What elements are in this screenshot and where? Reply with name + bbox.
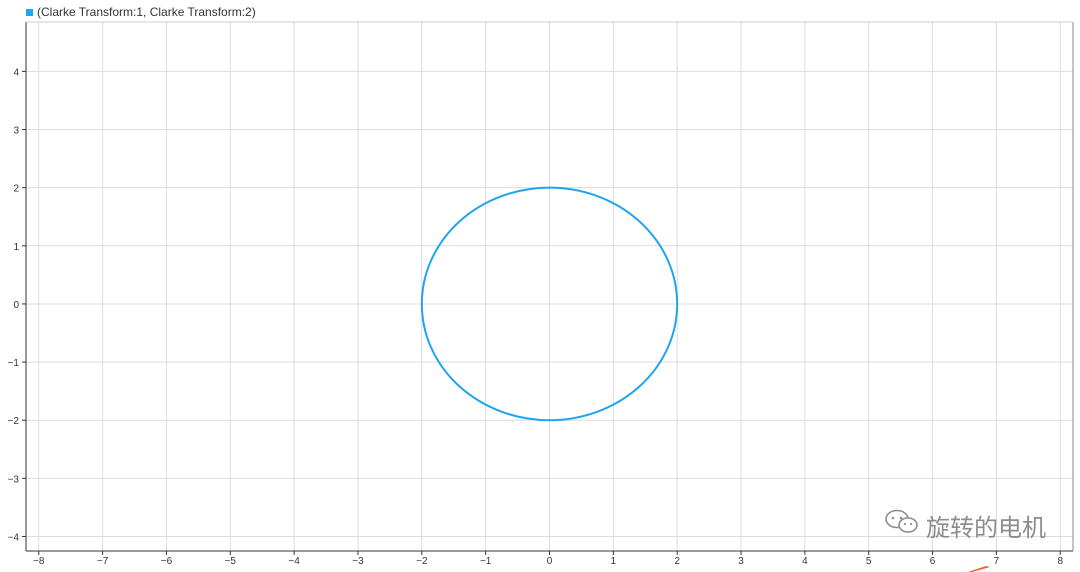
x-tick-label: −2 [416,556,428,567]
y-tick-label: 0 [13,300,19,311]
y-tick-label: −1 [8,358,20,369]
x-tick-label: 8 [1057,556,1063,567]
x-tick-label: −4 [288,556,300,567]
x-tick-label: −8 [33,556,45,567]
y-tick-label: −2 [8,416,20,427]
x-tick-label: 2 [674,556,680,567]
x-tick-label: −1 [480,556,492,567]
x-tick-label: 6 [930,556,936,567]
x-tick-label: 3 [738,556,744,567]
y-tick-label: 1 [13,242,19,253]
x-tick-label: 4 [802,556,808,567]
y-tick-label: −3 [8,474,20,485]
y-tick-label: 2 [13,184,19,195]
x-tick-label: −3 [352,556,364,567]
x-tick-label: 7 [994,556,1000,567]
grid [26,22,1073,551]
y-ticks: −4 −3 −2 −1 0 1 2 3 4 [8,67,26,543]
x-tick-label: 1 [611,556,617,567]
y-tick-label: −4 [8,532,20,543]
watermark: 旋转的电机 [884,508,1046,543]
plot-area[interactable]: −8 −7 −6 −5 −4 −3 −2 −1 0 1 2 3 4 5 6 7 8 −4 −3 −2 −1 0 1 2 3 4 [0,0,1080,572]
x-tick-label: −5 [225,556,237,567]
chart-figure: (Clarke Transform:1, Clarke Transform:2)… [0,0,1080,572]
watermark-text: 旋转的电机 [926,515,1046,542]
corner-accent-mark [968,566,990,572]
y-tick-label: 4 [13,67,19,78]
x-tick-label: 0 [547,556,553,567]
x-tick-label: 5 [866,556,872,567]
y-tick-label: 3 [13,126,19,137]
x-tick-label: −6 [161,556,173,567]
x-tick-label: −7 [97,556,109,567]
x-ticks: −8 −7 −6 −5 −4 −3 −2 −1 0 1 2 3 4 5 6 7 8 [33,551,1063,567]
wechat-icon [884,509,920,542]
